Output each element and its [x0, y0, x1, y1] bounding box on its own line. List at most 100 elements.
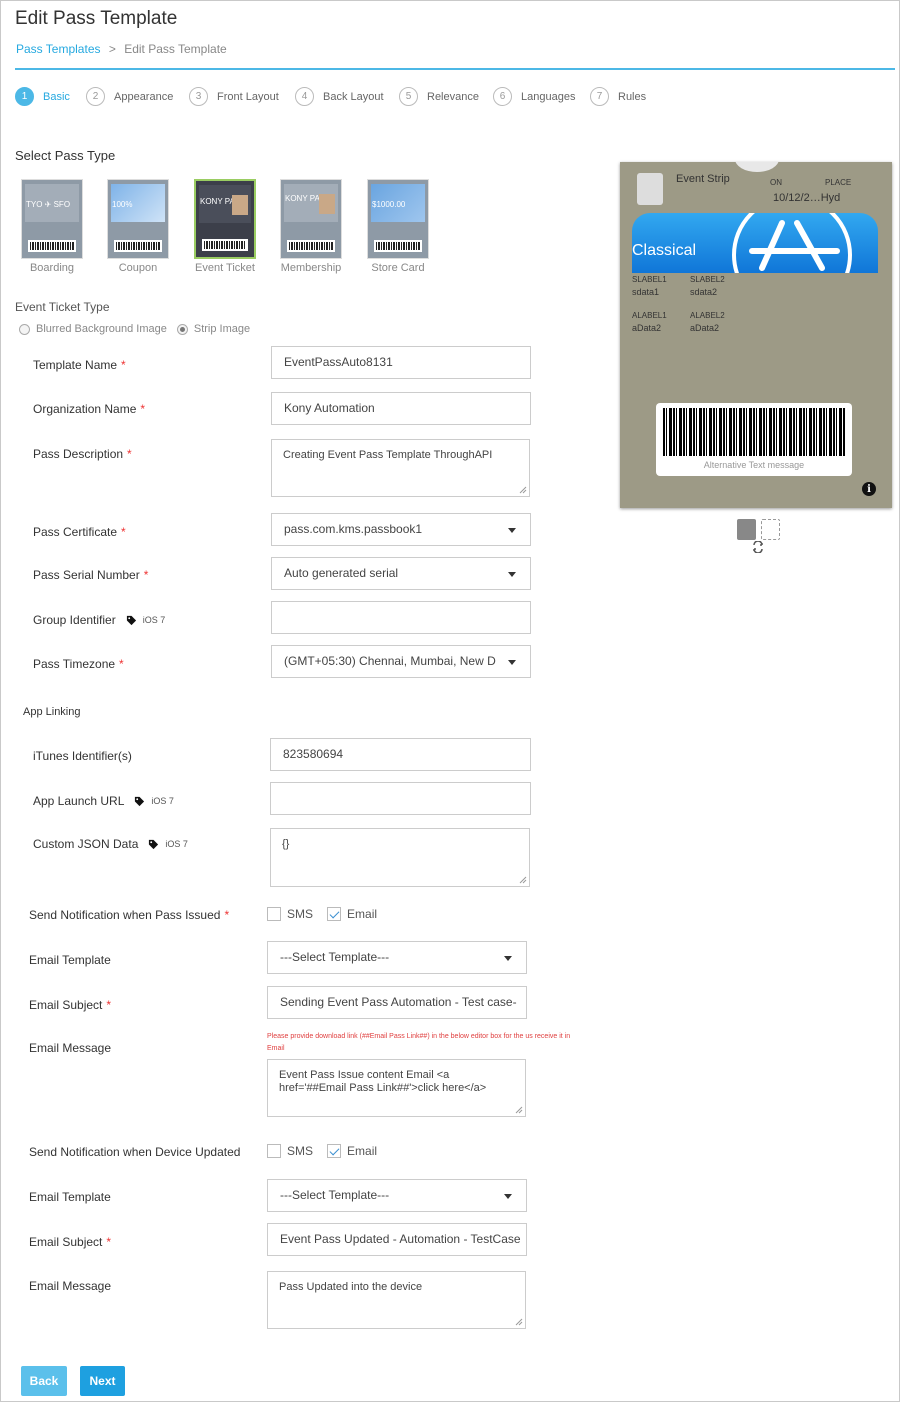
info-icon[interactable]: i	[862, 482, 876, 496]
step-front-layout[interactable]: 3 Front Layout	[189, 87, 279, 106]
updated-email-template-label: Email Template	[29, 1190, 111, 1204]
pass-certificate-value: pass.com.kms.passbook1	[284, 522, 423, 536]
event-ticket-type-title: Event Ticket Type	[15, 300, 110, 314]
step-rules[interactable]: 7 Rules	[590, 87, 646, 106]
sms-checkbox[interactable]	[267, 907, 281, 921]
itunes-identifier-label: iTunes Identifier(s)	[33, 749, 132, 763]
flip-icon[interactable]	[751, 541, 765, 553]
group-identifier-input[interactable]	[271, 601, 531, 634]
step-number: 7	[590, 87, 609, 106]
updated-email-subject-input[interactable]: Event Pass Updated - Automation - TestCa…	[267, 1223, 527, 1256]
pass-type-boarding[interactable]: TYO ✈ SFO Boarding	[20, 179, 84, 274]
itunes-identifier-input[interactable]: 823580694	[270, 738, 531, 771]
email-label: Email	[347, 1144, 378, 1158]
radio-blurred-background[interactable]: Blurred Background Image	[19, 323, 167, 335]
pass-type-label: Coupon	[118, 262, 158, 274]
front-side-button[interactable]	[737, 519, 756, 540]
pass-description-label: Pass Description *	[33, 447, 132, 461]
updated-email-template-value: ---Select Template---	[280, 1188, 390, 1202]
sms-checkbox[interactable]	[267, 1144, 281, 1158]
pass-serial-number-select[interactable]: Auto generated serial	[271, 557, 531, 590]
radio-strip-image[interactable]: Strip Image	[176, 323, 250, 335]
step-back-layout[interactable]: 4 Back Layout	[295, 87, 384, 106]
resize-handle-icon[interactable]	[515, 1106, 523, 1114]
custom-json-label: Custom JSON Data iOS 7	[33, 837, 188, 851]
app-launch-url-input[interactable]	[270, 782, 531, 815]
pass-type-label: Event Ticket	[195, 262, 255, 274]
step-label: Rules	[618, 90, 647, 103]
pass-type-event-ticket[interactable]: KONY PASS Event Ticket	[193, 179, 257, 274]
sms-checkbox-item[interactable]: SMS	[267, 1144, 313, 1158]
pass-timezone-value: (GMT+05:30) Chennai, Mumbai, New D	[284, 654, 496, 668]
email-checkbox-item[interactable]: Email	[327, 907, 377, 921]
strip-text: Classical	[632, 242, 697, 259]
pass-timezone-select[interactable]: (GMT+05:30) Chennai, Mumbai, New D	[271, 645, 531, 678]
step-number: 4	[295, 87, 314, 106]
resize-handle-icon[interactable]	[515, 1318, 523, 1326]
organization-name-label: Organization Name *	[33, 402, 146, 416]
pass-description-textarea[interactable]: Creating Event Pass Template ThroughAPI	[271, 439, 530, 497]
pass-notch	[735, 162, 779, 172]
notify-device-updated-label: Send Notification when Device Updated	[29, 1145, 241, 1159]
organization-name-input[interactable]: Kony Automation	[271, 392, 531, 425]
back-button[interactable]: Back	[21, 1366, 67, 1396]
header-value: 10/12/2…Hyd	[773, 192, 841, 204]
step-label: Basic	[43, 90, 70, 103]
radio-button[interactable]	[19, 323, 30, 335]
pass-description-text: Creating Event Pass Template ThroughAPI	[283, 449, 493, 461]
page-title: Edit Pass Template	[15, 8, 178, 29]
group-identifier-label: Group Identifier iOS 7	[33, 613, 166, 627]
back-side-button[interactable]	[761, 519, 780, 540]
chevron-down-icon	[508, 528, 516, 533]
issued-email-subject-label: Email Subject *	[29, 998, 112, 1012]
updated-email-template-select[interactable]: ---Select Template---	[267, 1179, 527, 1212]
resize-handle-icon[interactable]	[519, 486, 527, 494]
sms-checkbox-item[interactable]: SMS	[267, 907, 313, 921]
step-label: Relevance	[427, 90, 479, 103]
step-relevance[interactable]: 5 Relevance	[399, 87, 479, 106]
pass-type-coupon[interactable]: 100% Coupon	[106, 179, 170, 274]
breadcrumb-separator: >	[108, 42, 116, 56]
pass-type-store-card[interactable]: $1000.00 Store Card	[366, 179, 430, 274]
ios7-badge: iOS 7	[151, 796, 174, 806]
select-pass-type-title: Select Pass Type	[15, 148, 116, 163]
issued-email-message-text: Event Pass Issue content Email <a href='…	[279, 1069, 487, 1094]
step-number: 3	[189, 87, 208, 106]
resize-handle-icon[interactable]	[519, 876, 527, 884]
pass-serial-number-label: Pass Serial Number *	[33, 568, 149, 582]
pass-timezone-label: Pass Timezone *	[33, 657, 124, 671]
issued-email-template-select[interactable]: ---Select Template---	[267, 941, 527, 974]
notify-pass-issued-options: SMS Email	[267, 907, 391, 921]
breadcrumb-pass-templates-link[interactable]: Pass Templates	[16, 42, 101, 56]
issued-email-template-value: ---Select Template---	[280, 950, 390, 964]
step-basic[interactable]: 1 Basic	[15, 87, 70, 106]
pass-type-membership[interactable]: KONY PASS Membership	[279, 179, 343, 274]
header-place-label: PLACE	[825, 178, 852, 187]
barcode-alt-text: Alternative Text message	[703, 460, 805, 470]
email-checkbox-item[interactable]: Email	[327, 1144, 377, 1158]
updated-email-message-text: Pass Updated into the device	[279, 1281, 423, 1293]
app-launch-url-label: App Launch URL iOS 7	[33, 794, 174, 808]
custom-json-textarea[interactable]: {}	[270, 828, 530, 887]
step-languages[interactable]: 6 Languages	[493, 87, 575, 106]
pass-certificate-select[interactable]: pass.com.kms.passbook1	[271, 513, 531, 546]
coupon-thumbnail: 100%	[107, 179, 169, 259]
radio-button[interactable]	[176, 323, 188, 335]
step-number: 5	[399, 87, 418, 106]
secondary-field-1: SLABEL1 sdata1	[632, 275, 667, 297]
tag-icon	[135, 796, 145, 806]
tag-icon	[126, 615, 136, 625]
step-appearance[interactable]: 2 Appearance	[86, 87, 173, 106]
step-number: 1	[15, 87, 34, 106]
next-button[interactable]: Next	[80, 1366, 125, 1396]
step-label: Front Layout	[217, 90, 279, 103]
issued-email-subject-input[interactable]: Sending Event Pass Automation - Test cas…	[267, 986, 527, 1019]
issued-email-message-textarea[interactable]: Event Pass Issue content Email <a href='…	[267, 1059, 526, 1117]
updated-email-message-textarea[interactable]: Pass Updated into the device	[267, 1271, 526, 1329]
email-checkbox[interactable]	[327, 1144, 342, 1158]
email-checkbox[interactable]	[327, 907, 342, 921]
template-name-input[interactable]: EventPassAuto8131	[271, 346, 531, 379]
pass-certificate-label: Pass Certificate *	[33, 525, 126, 539]
sms-label: SMS	[287, 1144, 314, 1158]
chevron-down-icon	[504, 956, 512, 961]
